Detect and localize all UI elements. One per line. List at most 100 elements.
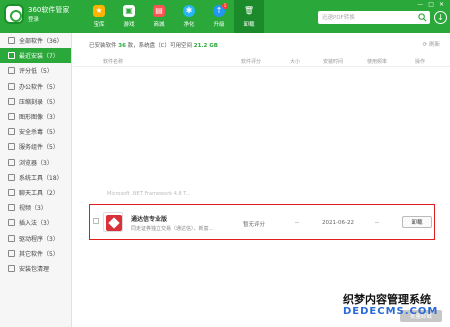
gamepad-icon: ▣ xyxy=(123,5,135,17)
sidebar-item-drivers[interactable]: 驱动程序（3） xyxy=(0,230,71,245)
close-button[interactable]: ✕ xyxy=(439,1,444,8)
sidebar-item-all[interactable]: 全部软件（36） xyxy=(0,33,71,48)
download-icon[interactable]: ↓ xyxy=(434,11,447,24)
search-input[interactable] xyxy=(318,11,416,24)
office-icon xyxy=(8,82,15,90)
column-header-action: 操作 xyxy=(415,59,426,65)
free-space: 21.2 GB xyxy=(193,43,218,49)
column-header-size: 大小 xyxy=(290,59,301,65)
sidebar-item-label: 其它软件（5） xyxy=(19,250,59,258)
refresh-button[interactable]: ⟳ 刷新 xyxy=(423,40,440,48)
shop-icon: ▤ xyxy=(153,5,165,17)
sidebar-item-other[interactable]: 其它软件（5） xyxy=(0,246,71,261)
nav-tab-label: 升级 xyxy=(213,22,225,28)
tools-icon xyxy=(8,173,15,181)
app-icon xyxy=(103,212,123,232)
nav-tab-label: 宝库 xyxy=(93,22,105,28)
header: 360软件管家 登录 ★ 宝库 ▣ 游戏 ▤ 商城 ✱ 净化 ↑ 升级 1 🗑 … xyxy=(0,0,450,33)
app-install-date: 2021-06-22 xyxy=(322,220,354,226)
sidebar-item-compress[interactable]: 压缩刻录（5） xyxy=(0,94,71,109)
sidebar-item-browser[interactable]: 浏览器（3） xyxy=(0,155,71,170)
nav-tab-purify[interactable]: ✱ 净化 xyxy=(174,0,204,33)
summary-prefix: 已安装软件 xyxy=(89,43,117,49)
sidebar-item-cleanup[interactable]: 安装包清理 xyxy=(0,261,71,276)
sidebar-item-label: 安装包清理 xyxy=(19,265,50,273)
nav-tab-label: 游戏 xyxy=(123,22,135,28)
sidebar-item-label: 系统工具（18） xyxy=(19,174,63,182)
sidebar-item-video[interactable]: 视频（3） xyxy=(0,200,71,215)
sidebar-item-graphics[interactable]: 图形图像（3） xyxy=(0,109,71,124)
app-frequency: -- xyxy=(375,220,379,226)
sidebar-item-security[interactable]: 安全杀毒（5） xyxy=(0,124,71,139)
top-nav: ★ 宝库 ▣ 游戏 ▤ 商城 ✱ 净化 ↑ 升级 1 🗑 卸载 xyxy=(84,0,264,33)
keyboard-icon xyxy=(8,219,15,227)
component-icon xyxy=(8,143,15,151)
nav-tab-shop[interactable]: ▤ 商城 xyxy=(144,0,174,33)
watermark-title: 织梦内容管理系统 xyxy=(343,293,431,306)
window-controls: — □ ✕ xyxy=(417,1,444,8)
purify-icon: ✱ xyxy=(183,5,195,17)
column-header-frequency: 使用频率 xyxy=(367,59,388,65)
uninstall-button[interactable]: 卸载 xyxy=(402,216,432,228)
app-rating: 暂无评分 xyxy=(243,222,266,228)
sidebar-item-label: 压缩刻录（5） xyxy=(19,98,59,106)
sidebar-item-label: 浏览器（3） xyxy=(19,159,53,167)
row-checkbox[interactable] xyxy=(93,218,99,224)
sidebar-item-input-method[interactable]: 插入法（3） xyxy=(0,215,71,230)
sidebar-item-label: 全部软件（36） xyxy=(19,38,63,46)
nav-tab-games[interactable]: ▣ 游戏 xyxy=(114,0,144,33)
sidebar-item-label: 最近安装（7） xyxy=(19,53,59,61)
table-row[interactable]: 通达信专业版 同走证券独立交易（通达信），新富... 暂无评分 -- 2021-… xyxy=(89,204,435,240)
sidebar-item-label: 服务组件（5） xyxy=(19,144,59,152)
sidebar-item-chat[interactable]: 聊天工具（2） xyxy=(0,185,71,200)
sidebar-item-label: 安全杀毒（5） xyxy=(19,129,59,137)
grid-icon xyxy=(8,37,15,45)
nav-tab-upgrade[interactable]: ↑ 升级 1 xyxy=(204,0,234,33)
refresh-label: 刷新 xyxy=(428,42,440,48)
search-box xyxy=(318,11,430,24)
app-size: -- xyxy=(295,220,299,226)
upgrade-count-badge: 1 xyxy=(222,3,228,9)
archive-icon xyxy=(8,97,15,105)
maximize-button[interactable]: □ xyxy=(428,1,434,8)
search-icon[interactable] xyxy=(418,13,427,22)
browser-icon xyxy=(8,158,15,166)
minimize-button[interactable]: — xyxy=(417,1,423,8)
column-header-rating: 软件评分 xyxy=(241,59,262,65)
app-name: 通达信专业版 xyxy=(131,216,168,223)
shield-icon xyxy=(8,128,15,136)
video-icon xyxy=(8,204,15,212)
sidebar-item-label: 图形图像（3） xyxy=(19,114,59,122)
sidebar-item-label: 聊天工具（2） xyxy=(19,189,59,197)
sidebar-item-office[interactable]: 办公软件（5） xyxy=(0,79,71,94)
installed-count: 36 xyxy=(118,43,126,49)
app-logo-icon xyxy=(4,4,24,24)
sidebar-item-label: 评分低（5） xyxy=(19,68,53,76)
sidebar-item-system-tools[interactable]: 系统工具（18） xyxy=(0,170,71,185)
nav-tab-label: 净化 xyxy=(183,22,195,28)
other-icon xyxy=(8,249,15,257)
sidebar-item-services[interactable]: 服务组件（5） xyxy=(0,139,71,154)
image-icon xyxy=(8,113,15,121)
install-summary: 已安装软件 36 款，系统盘（C）可用空间 21.2 GB xyxy=(89,41,218,49)
app-title: 360软件管家 xyxy=(28,6,70,14)
chat-icon xyxy=(8,188,15,196)
cleanup-icon xyxy=(8,264,15,272)
sidebar-item-low-rating[interactable]: 评分低（5） xyxy=(0,63,71,78)
nav-tab-treasure[interactable]: ★ 宝库 xyxy=(84,0,114,33)
sidebar-item-label: 驱动程序（3） xyxy=(19,235,59,243)
driver-icon xyxy=(8,234,15,242)
faded-list-item: Microsoft .NET Framework 4.8 T... xyxy=(107,191,191,197)
sidebar-item-label: 办公软件（5） xyxy=(19,83,59,91)
login-link[interactable]: 登录 xyxy=(28,15,39,23)
sidebar-item-recent[interactable]: 最近安装（7） xyxy=(0,48,71,64)
clock-icon xyxy=(8,52,15,60)
trash-icon: 🗑 xyxy=(243,6,255,15)
nav-tab-uninstall[interactable]: 🗑 卸载 xyxy=(234,0,264,33)
app-description: 同走证券独立交易（通达信），新富... xyxy=(131,226,214,232)
main-panel: 已安装软件 36 款，系统盘（C）可用空间 21.2 GB ⟳ 刷新 软件名称 … xyxy=(73,33,450,327)
sidebar: 全部软件（36） 最近安装（7） 评分低（5） 办公软件（5） 压缩刻录（5） … xyxy=(0,33,72,327)
table-header: 软件名称 软件评分 大小 安装时间 使用频率 操作 xyxy=(73,55,450,67)
column-header-name: 软件名称 xyxy=(103,59,124,65)
star-icon: ★ xyxy=(93,5,105,17)
